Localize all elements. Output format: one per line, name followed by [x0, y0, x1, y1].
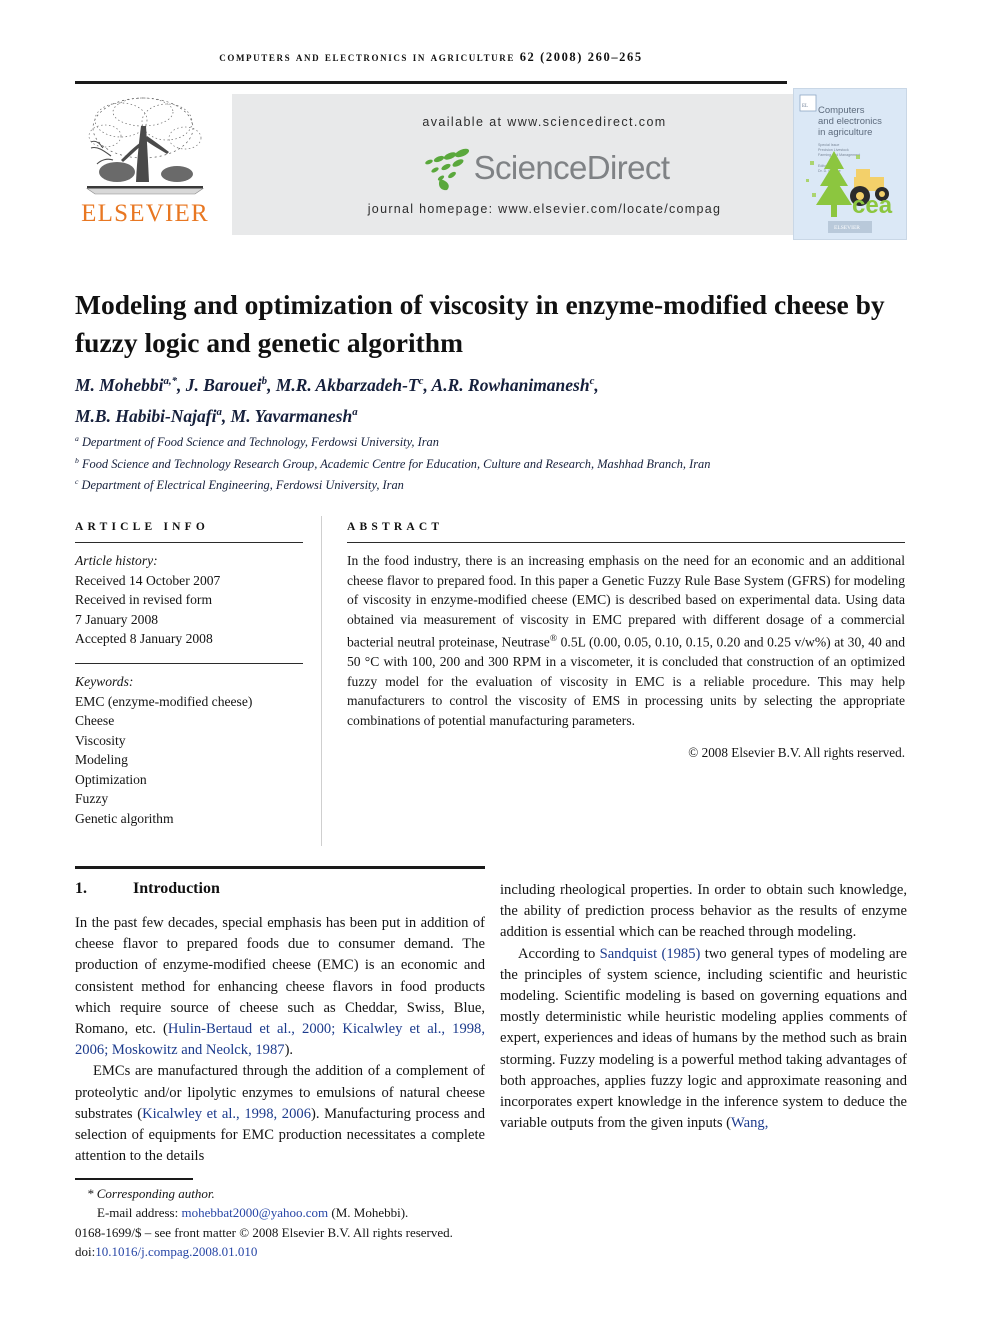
article-info-label: ARTICLE INFO	[75, 521, 210, 533]
article-history-title: Article history:	[75, 553, 158, 568]
author-0: M. Mohebbia,*	[75, 374, 178, 395]
page-title: Modeling and optimization of viscosity i…	[75, 289, 885, 359]
abstract-label: ABSTRACT	[347, 521, 444, 533]
header-rule	[75, 81, 787, 84]
imprint-line: 0168-1699/$ – see front matter © 2008 El…	[75, 1225, 453, 1241]
body-column-left: In the past few decades, special emphasi…	[75, 913, 485, 1167]
copyright-line: © 2008 Elsevier B.V. All rights reserved…	[688, 745, 905, 760]
sciencedirect-banner: available at www.sciencedirect.com Scien…	[232, 94, 857, 235]
author-5: M. Yavarmanesha	[230, 405, 358, 426]
sciencedirect-wordmark: ScienceDirect	[473, 149, 670, 186]
author-list: M. Mohebbia,*, J. Baroueib, M.R. Akbarza…	[75, 374, 599, 426]
keyword-4: Optimization	[75, 771, 147, 787]
history-line-1: Received in revised form	[75, 592, 213, 607]
sciencedirect-logo[interactable]: ScienceDirect	[232, 146, 857, 194]
keyword-1: Cheese	[75, 713, 115, 728]
info-divider	[75, 542, 303, 543]
keyword-2: Viscosity	[75, 732, 126, 748]
column-divider	[321, 516, 322, 846]
abstract-divider	[347, 542, 905, 543]
section-title: Introduction	[133, 880, 220, 897]
masthead: ELSEVIER available at www.sciencedirect.…	[75, 88, 907, 240]
author-2: M.R. Akbarzadeh-Tc	[275, 374, 424, 395]
abstract-text: In the food industry, there is an increa…	[347, 551, 905, 731]
citation-sandquist[interactable]: Sandquist (1985)	[600, 946, 701, 962]
email-link[interactable]: mohebbat2000@yahoo.com	[181, 1205, 328, 1220]
history-line-0: Received 14 October 2007	[75, 572, 221, 588]
citation-wang[interactable]: Wang,	[731, 1115, 768, 1131]
history-line-2: 7 January 2008	[75, 611, 159, 627]
keyword-6: Genetic algorithm	[75, 810, 174, 826]
keywords-divider	[75, 663, 303, 664]
intro-paragraph-3: including rheological properties. In ord…	[500, 882, 907, 941]
intro-paragraph-4: According to Sandquist (1985) two genera…	[500, 945, 907, 1132]
author-4: M.B. Habibi-Najafia	[75, 405, 222, 426]
running-head: COMPUTERS AND ELECTRONICS IN AGRICULTURE…	[219, 50, 643, 64]
article-history: Article history: Received 14 October 200…	[75, 551, 311, 649]
affiliation-list: a Department of Food Science and Technol…	[75, 430, 905, 495]
registered-mark: ®	[549, 633, 558, 644]
elsevier-tree-icon	[81, 90, 209, 202]
corresponding-author-note: * Corresponding author.	[87, 1186, 215, 1201]
svg-text:Special Issue: Special Issue	[818, 143, 839, 147]
email-line: E-mail address: mohebbat2000@yahoo.com (…	[97, 1204, 409, 1220]
intro-paragraph-1: In the past few decades, special emphasi…	[75, 915, 486, 1059]
doi-line: doi:10.1016/j.compag.2008.01.010	[75, 1243, 258, 1259]
affiliation-c: c Department of Electrical Engineering, …	[75, 477, 404, 493]
svg-text:Farming and Management: Farming and Management	[818, 153, 860, 157]
journal-homepage-text[interactable]: journal homepage: www.elsevier.com/locat…	[232, 202, 857, 216]
svg-text:and electronics: and electronics	[818, 116, 882, 127]
body-column-right: including rheological properties. In ord…	[500, 880, 907, 1134]
svg-text:EL: EL	[802, 104, 808, 109]
history-line-3: Accepted 8 January 2008	[75, 631, 213, 646]
keywords-list: Keywords: EMC (enzyme-modified cheese) C…	[75, 672, 311, 828]
elsevier-wordmark: ELSEVIER	[81, 200, 209, 227]
citation-kicalwley[interactable]: Kicalwley et al., 1998, 2006	[142, 1106, 311, 1122]
author-3: A.R. Rowhanimaneshc	[431, 374, 595, 395]
section-number: 1.	[75, 880, 87, 897]
svg-text:in agriculture: in agriculture	[818, 127, 872, 138]
keyword-3: Modeling	[75, 752, 128, 767]
svg-text:Precision Livestock: Precision Livestock	[818, 148, 849, 152]
section-rule	[75, 866, 485, 869]
svg-text:ELSEVIER: ELSEVIER	[834, 225, 860, 231]
available-at-text: available at www.sciencedirect.com	[422, 115, 667, 129]
paper-page: COMPUTERS AND ELECTRONICS IN AGRICULTURE…	[0, 0, 992, 1323]
keywords-title: Keywords:	[75, 674, 134, 689]
journal-cover-thumbnail: EL Computers and electronics in agricult…	[793, 88, 907, 240]
intro-paragraph-2: EMCs are manufactured through the additi…	[75, 1063, 485, 1165]
elsevier-logo: ELSEVIER	[75, 88, 217, 240]
affiliation-a: a Department of Food Science and Technol…	[75, 434, 439, 450]
footnote-rule	[75, 1178, 193, 1180]
sciencedirect-leaves-icon	[420, 148, 474, 192]
affiliation-b: b Food Science and Technology Research G…	[75, 455, 711, 471]
section-heading-introduction: 1. Introduction	[75, 880, 485, 898]
keyword-5: Fuzzy	[75, 791, 109, 806]
svg-text:Computers: Computers	[818, 105, 865, 116]
author-1: J. Baroueib	[185, 374, 268, 395]
footnote-block: * Corresponding author. E-mail address: …	[75, 1185, 495, 1261]
svg-text:cea: cea	[852, 192, 893, 219]
keyword-0: EMC (enzyme-modified cheese)	[75, 693, 253, 709]
doi-link[interactable]: 10.1016/j.compag.2008.01.010	[95, 1244, 257, 1259]
